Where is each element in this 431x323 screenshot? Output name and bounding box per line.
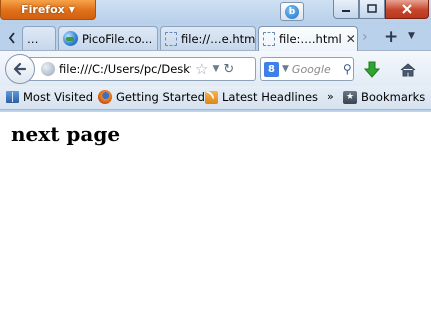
tab-label: PicoFile.co... [82,31,153,46]
home-icon [400,63,416,77]
close-window-button[interactable] [385,0,429,19]
page-heading: next page [11,122,121,146]
tab-label: … [27,31,39,46]
minimize-button[interactable] [333,0,359,19]
page-icon [165,31,177,46]
bookmark-label: Most Visited [23,90,93,104]
tab-active-file-html[interactable]: file:….html ✕ [258,26,358,51]
maximize-icon [367,4,377,13]
tab-scroll-left-button[interactable] [2,28,22,48]
bookmark-star-icon[interactable]: ☆ [195,60,208,78]
maximize-button[interactable] [359,0,385,19]
back-button[interactable] [5,54,35,84]
rss-icon [205,90,218,104]
globe-icon [63,31,78,46]
window-controls [333,0,429,19]
google-engine-icon[interactable]: 8 [264,61,279,77]
navigation-toolbar: file:///C:/Users/pc/Deskt ☆ ▼ ↻ 8 ▼ Goog… [0,50,431,86]
site-identity-icon[interactable] [41,62,55,76]
close-icon [402,4,412,14]
list-all-tabs-icon[interactable]: ▼ [408,31,415,41]
tab-file-html[interactable]: file://…e.html [160,26,256,50]
page-content: next page [0,111,431,323]
bookmark-label: Latest Headlines [222,90,319,104]
minimize-icon [342,10,350,12]
url-bar[interactable]: file:///C:/Users/pc/Deskt ☆ ▼ ↻ [24,57,256,81]
new-tab-icon[interactable]: + [384,27,398,47]
firefox-menu-button[interactable]: Firefox ▼ [0,0,96,20]
tab-label: file:….html [279,32,342,46]
bookmark-most-visited[interactable]: Most Visited [6,90,93,104]
search-icon[interactable]: ⚲ [343,62,352,76]
bookmarks-menu-icon: ★ [343,90,357,104]
url-text[interactable]: file:///C:/Users/pc/Deskt [59,62,191,76]
home-button[interactable] [398,60,418,80]
bookmarks-folder-icon [6,91,19,103]
bookmark-label: Getting Started [116,90,205,104]
bookmarks-menu-button[interactable]: ★ Bookmarks [343,90,425,104]
bookmark-latest-headlines[interactable]: Latest Headlines [205,90,318,104]
search-bar[interactable]: 8 ▼ Google ⚲ [260,57,354,81]
download-arrow-icon [364,61,380,78]
bookmark-getting-started[interactable]: Getting Started [98,90,205,104]
tab-scroll-right-icon[interactable]: › [362,29,368,45]
bing-icon: b [285,4,299,19]
firefox-icon [98,90,112,104]
downloads-button[interactable] [362,60,382,80]
bookmarks-overflow-icon[interactable]: » [327,90,334,103]
tab-1[interactable]: … [22,26,56,50]
tab-close-icon[interactable]: ✕ [346,32,356,46]
tab-strip: … PicoFile.co... file://…e.html file:….h… [0,24,431,51]
tab-picofile[interactable]: PicoFile.co... [58,26,158,50]
page-icon [263,32,275,46]
search-engine-dropdown-icon[interactable]: ▼ [282,64,289,74]
search-input[interactable]: Google [292,63,340,76]
reload-icon[interactable]: ↻ [223,62,234,77]
chevron-left-icon [8,32,15,44]
chevron-down-icon: ▼ [68,5,75,14]
title-bar: Firefox ▼ b [0,0,431,24]
firefox-menu-label: Firefox [21,3,65,16]
bing-extension-button[interactable]: b [280,2,304,21]
bookmarks-menu-label: Bookmarks [361,90,426,104]
history-dropdown-icon[interactable]: ▼ [212,64,219,74]
bookmarks-toolbar: Most Visited Getting Started Latest Head… [0,86,431,110]
tab-label: file://…e.html [181,31,256,46]
back-arrow-icon [13,62,27,76]
